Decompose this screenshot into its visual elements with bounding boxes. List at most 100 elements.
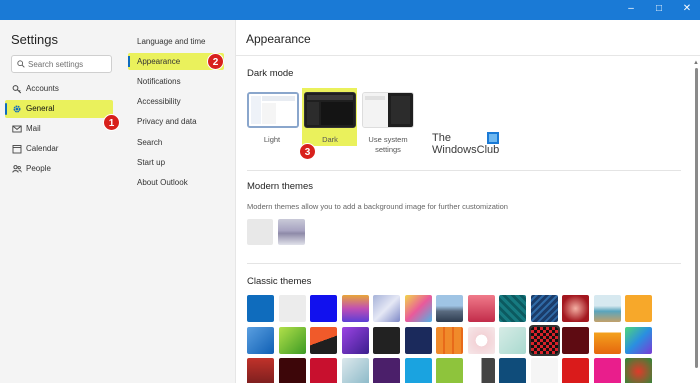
scroll-up-arrow-icon[interactable]: ▲: [693, 60, 699, 66]
classic-theme-tile[interactable]: [625, 358, 652, 383]
classic-theme-tile[interactable]: [594, 295, 621, 322]
nav-label: Calendar: [26, 144, 59, 153]
classic-theme-tile[interactable]: [310, 358, 337, 383]
calendar-icon: [12, 145, 22, 154]
nav-item-accounts[interactable]: Accounts: [5, 80, 113, 98]
subnav-label: About Outlook: [137, 178, 188, 187]
light-mode-label: Light: [263, 135, 281, 144]
maximize-button[interactable]: □: [645, 0, 673, 20]
classic-theme-tile[interactable]: [310, 295, 337, 322]
divider: [247, 263, 681, 264]
subnav-label: Start up: [137, 158, 166, 167]
vertical-scrollbar[interactable]: [695, 68, 698, 368]
classic-theme-tile[interactable]: [468, 327, 495, 354]
search-settings-box[interactable]: [11, 55, 112, 73]
classic-theme-tile[interactable]: [436, 358, 463, 383]
classic-theme-tile[interactable]: [594, 327, 621, 354]
classic-theme-tile[interactable]: [405, 295, 432, 322]
active-indicator: [128, 56, 130, 67]
modern-theme-mountains[interactable]: [278, 219, 305, 245]
light-mode-preview: [249, 94, 297, 126]
subnav-label: Privacy and data: [137, 117, 197, 126]
light-mode-option[interactable]: [247, 92, 299, 128]
classic-theme-tile[interactable]: [499, 358, 526, 383]
nav-label: Mail: [26, 124, 41, 133]
classic-theme-tile[interactable]: [531, 295, 558, 322]
nav-item-general[interactable]: General: [5, 100, 113, 118]
classic-theme-tile[interactable]: [562, 295, 589, 322]
nav-item-people[interactable]: People: [5, 160, 113, 178]
minimize-button[interactable]: –: [617, 0, 645, 20]
subnav-item-search[interactable]: Search: [128, 134, 224, 151]
classic-theme-tile[interactable]: [625, 295, 652, 322]
nav-label: People: [26, 164, 51, 173]
classic-theme-tile[interactable]: [279, 358, 306, 383]
annotation-badge-2: 2: [207, 53, 224, 70]
gear-icon: [13, 105, 21, 113]
dark-mode-option[interactable]: [304, 92, 356, 128]
classic-theme-tile[interactable]: [531, 358, 558, 383]
classic-theme-tile[interactable]: [499, 295, 526, 322]
classic-theme-tile[interactable]: [342, 327, 369, 354]
search-input[interactable]: [28, 57, 110, 71]
classic-theme-tile[interactable]: [405, 327, 432, 354]
modern-themes-description: Modern themes allow you to add a backgro…: [247, 202, 508, 211]
nav-label: Accounts: [26, 84, 59, 93]
subnav-label: Language and time: [137, 37, 206, 46]
page-title: Appearance: [246, 32, 311, 46]
classic-theme-tile[interactable]: [342, 295, 369, 322]
key-icon: [12, 85, 22, 94]
active-indicator: [5, 103, 7, 115]
mail-icon: [12, 125, 22, 133]
subnav-item-notifications[interactable]: Notifications: [128, 73, 224, 90]
classic-theme-tile[interactable]: [405, 358, 432, 383]
classic-theme-tile[interactable]: [310, 327, 337, 354]
nav-label: General: [26, 104, 55, 113]
nav-item-mail[interactable]: Mail: [5, 120, 113, 138]
classic-theme-tile[interactable]: [436, 327, 463, 354]
classic-theme-tile[interactable]: [373, 295, 400, 322]
classic-theme-tile[interactable]: [562, 327, 589, 354]
modern-theme-none[interactable]: [247, 219, 273, 245]
subnav-label: Accessibility: [137, 97, 181, 106]
windowsclub-logo-icon: [487, 132, 499, 144]
subnav-item-start-up[interactable]: Start up: [128, 154, 224, 171]
system-mode-option[interactable]: [362, 92, 414, 128]
appearance-panel: Appearance Dark mode Light Dark Use syst…: [236, 20, 700, 383]
classic-theme-tile[interactable]: [247, 327, 274, 354]
classic-theme-tile[interactable]: [499, 327, 526, 354]
classic-theme-tile-selected[interactable]: [529, 325, 560, 356]
classic-theme-tile[interactable]: [625, 327, 652, 354]
search-icon: [17, 60, 25, 68]
classic-theme-tile[interactable]: [279, 327, 306, 354]
subnav-item-language-and-time[interactable]: Language and time: [128, 33, 224, 50]
subnav-item-about-outlook[interactable]: About Outlook: [128, 174, 224, 191]
classic-theme-tile[interactable]: [468, 358, 495, 383]
nav-item-calendar[interactable]: Calendar: [5, 140, 113, 158]
divider: [247, 170, 681, 171]
classic-theme-tile[interactable]: [594, 358, 621, 383]
watermark-line-2: WindowsClub: [432, 144, 500, 156]
classic-theme-tile[interactable]: [247, 295, 274, 322]
people-icon: [12, 165, 22, 173]
subnav-label: Appearance: [137, 57, 181, 66]
close-button[interactable]: ✕: [673, 0, 700, 20]
classic-theme-tile[interactable]: [279, 295, 306, 322]
subnav-item-accessibility[interactable]: Accessibility: [128, 93, 224, 110]
annotation-badge-3: 3: [299, 143, 316, 160]
classic-theme-tile[interactable]: [373, 327, 400, 354]
system-mode-preview: [363, 93, 413, 127]
classic-theme-tile[interactable]: [373, 358, 400, 383]
classic-theme-tile[interactable]: [468, 295, 495, 322]
classic-theme-tile[interactable]: [562, 358, 589, 383]
divider: [236, 55, 700, 56]
title-bar: – □ ✕: [0, 0, 700, 20]
classic-themes-heading: Classic themes: [247, 276, 312, 287]
dark-mode-preview: [305, 93, 355, 127]
classic-theme-tile[interactable]: [247, 358, 274, 383]
classic-theme-tile[interactable]: [436, 295, 463, 322]
annotation-badge-1: 1: [103, 114, 120, 131]
modern-themes-heading: Modern themes: [247, 181, 314, 192]
classic-theme-tile[interactable]: [342, 358, 369, 383]
subnav-item-privacy-and-data[interactable]: Privacy and data: [128, 113, 224, 130]
